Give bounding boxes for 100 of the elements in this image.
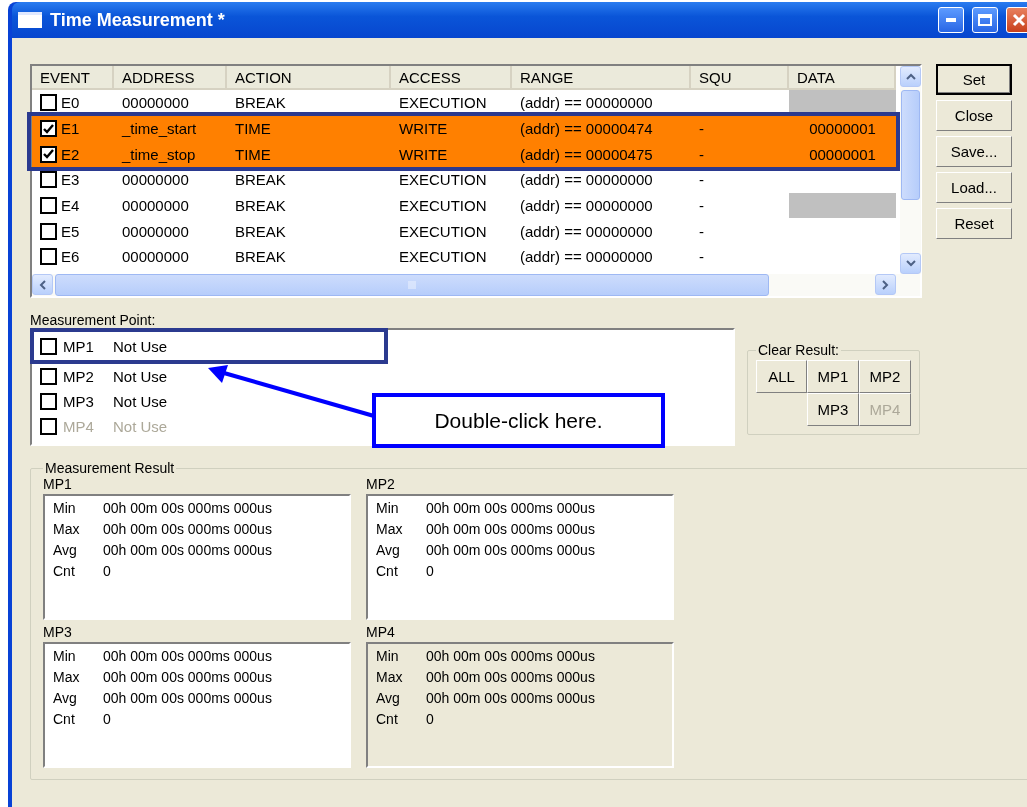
column-header[interactable]: ACCESS	[391, 66, 512, 90]
panel-label: MP1	[43, 476, 73, 494]
result-value: 00h 00m 00s 000ms 000us	[103, 521, 273, 539]
result-label: Avg	[53, 542, 78, 560]
table-cell: E0	[61, 94, 80, 112]
grip-icon	[408, 281, 416, 289]
scroll-thumb[interactable]	[55, 274, 769, 296]
clear-button[interactable]: MP3	[807, 393, 859, 426]
result-value: 0	[103, 711, 112, 729]
checkbox[interactable]	[40, 94, 57, 112]
table-cell: EXECUTION	[399, 248, 487, 266]
window-title: Time Measurement *	[50, 9, 226, 31]
event-row[interactable]: E2 _time_stop TIME WRITE (addr) == 00000475 - 00000001	[32, 141, 896, 168]
table-cell: TIME	[235, 120, 271, 138]
result-value: 00h 00m 00s 000ms 000us	[103, 648, 273, 666]
dialog-button[interactable]: Set	[936, 64, 1012, 95]
table-cell: BREAK	[235, 94, 286, 112]
scroll-up-button[interactable]	[900, 66, 921, 87]
table-cell: E5	[61, 222, 80, 240]
column-header[interactable]: RANGE	[512, 66, 691, 90]
checkbox[interactable]	[40, 197, 57, 215]
chevron-up-icon	[905, 73, 916, 80]
group-label: Clear Result:	[757, 342, 840, 358]
result-label: Max	[376, 521, 404, 539]
checkbox[interactable]	[40, 222, 57, 240]
dialog-button[interactable]: Reset	[936, 208, 1012, 239]
result-label: Min	[53, 500, 77, 518]
vertical-scrollbar[interactable]	[900, 66, 921, 274]
column-header[interactable]: DATA	[789, 66, 896, 90]
column-header[interactable]: ACTION	[227, 66, 391, 90]
checkbox[interactable]	[40, 145, 57, 163]
column-header[interactable]: ADDRESS	[114, 66, 227, 90]
table-cell: WRITE	[399, 145, 448, 163]
scroll-left-button[interactable]	[32, 274, 53, 295]
clear-button[interactable]: MP2	[859, 360, 911, 393]
result-value: 00h 00m 00s 000ms 000us	[103, 500, 273, 518]
table-cell: EXECUTION	[399, 94, 487, 112]
result-value: 00h 00m 00s 000ms 000us	[426, 648, 596, 666]
scroll-right-button[interactable]	[875, 274, 896, 295]
result-value: 00h 00m 00s 000ms 000us	[103, 542, 273, 560]
list-item[interactable]: MP2 Not Use	[40, 366, 168, 386]
checkbox[interactable]	[40, 337, 57, 355]
table-cell: -	[699, 120, 704, 138]
table-cell: WRITE	[399, 120, 448, 138]
table-cell: 00000000	[122, 94, 189, 112]
horizontal-scrollbar[interactable]	[32, 274, 920, 296]
result-value: 0	[426, 711, 435, 729]
table-cell: (addr) == 00000000	[520, 171, 653, 189]
checkbox[interactable]	[40, 120, 57, 138]
dialog-button[interactable]: Close	[936, 100, 1012, 131]
dialog-button[interactable]: Load...	[936, 172, 1012, 203]
checkbox[interactable]	[40, 367, 57, 385]
result-value: 00h 00m 00s 000ms 000us	[103, 690, 273, 708]
column-header[interactable]: SQU	[691, 66, 789, 90]
result-value: 00h 00m 00s 000ms 000us	[426, 669, 596, 687]
table-cell: -	[699, 222, 704, 240]
list-item[interactable]: MP1 Not Use	[40, 336, 168, 356]
checkbox[interactable]	[40, 171, 57, 189]
result-label: Max	[53, 521, 81, 539]
event-row[interactable]: E1 _time_start TIME WRITE (addr) == 00000474 - 00000001	[32, 115, 896, 142]
maximize-button[interactable]	[972, 7, 998, 33]
result-label: Cnt	[376, 563, 399, 581]
table-cell: E1	[61, 120, 80, 138]
scroll-thumb[interactable]	[901, 90, 920, 200]
column-header[interactable]: EVENT	[32, 66, 114, 90]
table-cell: 00000000	[122, 171, 189, 189]
clear-button[interactable]: MP1	[807, 360, 859, 393]
table-cell: EXECUTION	[399, 171, 487, 189]
table-cell-text: 00000001	[808, 144, 877, 165]
list-item[interactable]: MP3 Not Use	[40, 391, 168, 411]
clear-button[interactable]: ALL	[756, 360, 807, 393]
result-label: Avg	[376, 542, 401, 560]
minimize-button[interactable]	[938, 7, 964, 33]
panel-label: MP4	[366, 624, 396, 642]
check-icon	[43, 123, 54, 134]
dialog-button[interactable]: Save...	[936, 136, 1012, 167]
checkbox[interactable]	[40, 392, 57, 410]
table-cell: BREAK	[235, 171, 286, 189]
result-label: Avg	[53, 690, 78, 708]
result-value: 00h 00m 00s 000ms 000us	[426, 690, 596, 708]
result-value: 0	[103, 563, 112, 581]
table-cell: 00000000	[122, 248, 189, 266]
result-label: Max	[376, 669, 404, 687]
checkbox[interactable]	[40, 248, 57, 266]
result-label: Max	[53, 669, 81, 687]
close-button[interactable]	[1006, 7, 1027, 33]
result-value: 00h 00m 00s 000ms 000us	[103, 669, 273, 687]
table-cell: BREAK	[235, 222, 286, 240]
table-cell-text: 00000001	[808, 119, 877, 140]
table-cell: E2	[61, 145, 80, 163]
scroll-down-button[interactable]	[900, 253, 921, 274]
result-value: 0	[426, 563, 435, 581]
result-label: Cnt	[376, 711, 399, 729]
chevron-left-icon	[39, 279, 46, 290]
group-label: Measurement Result	[44, 460, 176, 476]
result-label: Avg	[376, 690, 401, 708]
panel-label: MP2	[366, 476, 396, 494]
table-cell: BREAK	[235, 248, 286, 266]
chevron-right-icon	[882, 279, 889, 290]
table-cell: (addr) == 00000474	[520, 120, 653, 138]
